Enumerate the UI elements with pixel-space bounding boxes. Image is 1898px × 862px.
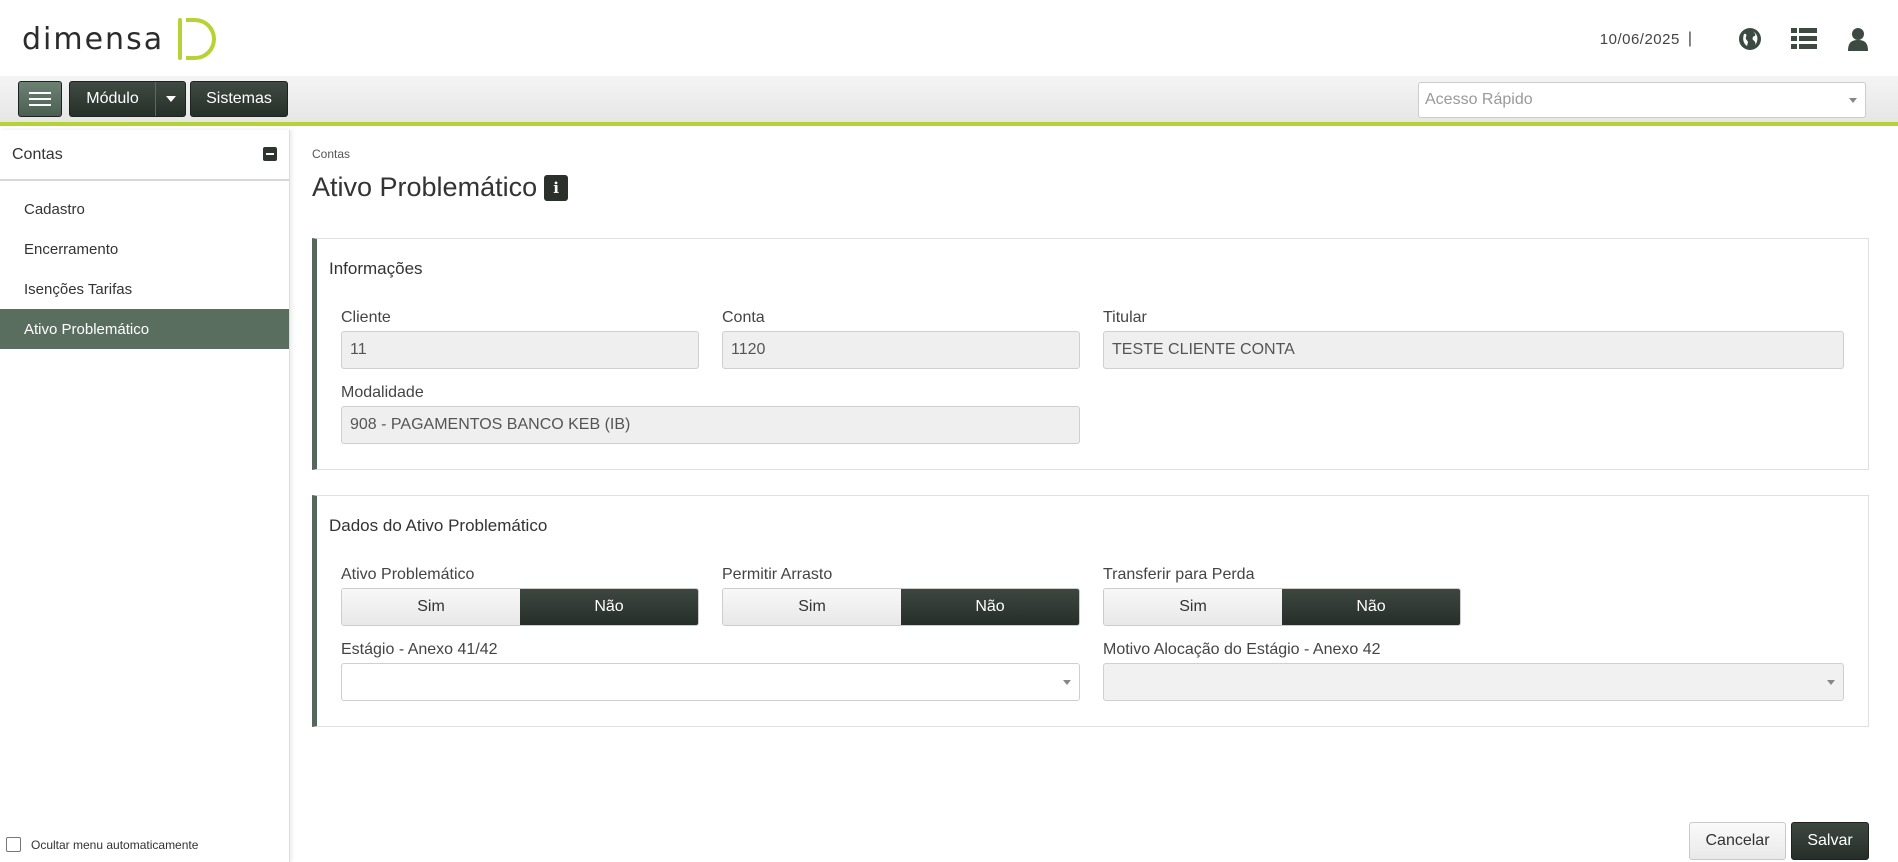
permitir-arrasto-toggle[interactable]: Sim Não [722, 588, 1080, 626]
modalidade-value: 908 - PAGAMENTOS BANCO KEB (IB) [350, 416, 631, 433]
motivo-alocacao-label: Motivo Alocação do Estágio - Anexo 42 [1103, 641, 1381, 658]
titular-value: TESTE CLIENTE CONTA [1112, 341, 1295, 358]
info-panel: Informações Cliente 11 Conta 1120 Titula… [312, 238, 1869, 470]
motivo-alocacao-select[interactable] [1103, 663, 1844, 701]
auto-hide-checkbox[interactable] [6, 837, 21, 852]
sidebar-item-cadastro[interactable]: Cadastro [0, 189, 289, 229]
arrasto-sim-option[interactable]: Sim [723, 589, 901, 625]
cliente-label: Cliente [341, 309, 391, 326]
titular-field[interactable]: TESTE CLIENTE CONTA [1103, 331, 1844, 369]
info-panel-title: Informações [329, 259, 423, 278]
auto-hide-label: Ocultar menu automaticamente [31, 837, 199, 852]
sidebar-header: Contas [0, 130, 289, 181]
cliente-field[interactable]: 11 [341, 331, 699, 369]
quick-access-placeholder: Acesso Rápido [1425, 91, 1533, 108]
titular-label: Titular [1103, 309, 1147, 326]
logo-mark-icon [174, 16, 220, 62]
dados-panel: Dados do Ativo Problemático Ativo Proble… [312, 495, 1869, 727]
modulo-label: Módulo [86, 90, 139, 107]
save-button[interactable]: Salvar [1791, 822, 1869, 860]
arrasto-nao-option[interactable]: Não [901, 589, 1079, 625]
cancel-button[interactable]: Cancelar [1689, 822, 1786, 860]
user-icon[interactable] [1844, 25, 1872, 53]
ativo-nao-option[interactable]: Não [520, 589, 698, 625]
sistemas-button[interactable]: Sistemas [190, 81, 288, 117]
transferir-perda-label: Transferir para Perda [1103, 566, 1255, 583]
perda-sim-option[interactable]: Sim [1104, 589, 1282, 625]
page-title: Ativo Problemático [312, 172, 538, 202]
dimensa-logo[interactable]: DIMENSA [22, 16, 220, 62]
sidebar-item-label: Isenções Tarifas [24, 280, 133, 298]
estagio-select[interactable] [341, 663, 1080, 701]
chevron-down-icon [165, 96, 176, 102]
conta-value: 1120 [731, 341, 766, 358]
ativo-problematico-label: Ativo Problemático [341, 566, 475, 583]
sidebar-item-ativo-problematico[interactable]: Ativo Problemático [0, 309, 289, 349]
perda-nao-option[interactable]: Não [1282, 589, 1460, 625]
permitir-arrasto-label: Permitir Arrasto [722, 566, 833, 583]
collapse-icon[interactable] [263, 147, 277, 161]
conta-field[interactable]: 1120 [722, 331, 1080, 369]
modulo-button[interactable]: Módulo [69, 81, 186, 117]
chevron-down-icon [1849, 98, 1857, 103]
estagio-label: Estágio - Anexo 41/42 [341, 641, 498, 658]
main-content: Contas Ativo Problemático i Informações … [290, 130, 1898, 862]
sidebar-item-isencoes-tarifas[interactable]: Isenções Tarifas [0, 269, 289, 309]
auto-hide-menu-option[interactable]: Ocultar menu automaticamente [6, 837, 198, 852]
list-icon[interactable] [1790, 25, 1818, 53]
logo-text: DIMENSA [22, 21, 165, 57]
header-right: 10/06/2025 | [1600, 18, 1898, 60]
transferir-perda-toggle[interactable]: Sim Não [1103, 588, 1461, 626]
sidebar-item-label: Encerramento [24, 240, 119, 258]
quick-access-select[interactable]: Acesso Rápido [1418, 82, 1866, 118]
breadcrumb[interactable]: Contas [312, 147, 350, 161]
dados-panel-title: Dados do Ativo Problemático [329, 516, 548, 535]
cliente-value: 11 [350, 341, 367, 358]
date-separator: | [1687, 30, 1692, 47]
sidebar-title: Contas [12, 145, 63, 163]
chevron-down-icon [1827, 680, 1835, 685]
conta-label: Conta [722, 309, 765, 326]
sidebar: Contas Cadastro Encerramento Isenções Ta… [0, 130, 290, 862]
sistemas-label: Sistemas [206, 90, 272, 107]
menu-toggle-button[interactable] [18, 81, 62, 117]
sidebar-item-label: Cadastro [24, 200, 85, 218]
modulo-dropdown-toggle[interactable] [155, 82, 185, 116]
hamburger-icon [29, 88, 51, 110]
sidebar-item-label: Ativo Problemático [24, 320, 150, 338]
globe-icon[interactable] [1736, 25, 1764, 53]
ativo-sim-option[interactable]: Sim [342, 589, 520, 625]
navigation-bar: Módulo Sistemas Acesso Rápido [0, 76, 1898, 126]
modalidade-label: Modalidade [341, 384, 424, 401]
current-date: 10/06/2025 [1599, 30, 1680, 48]
sidebar-item-encerramento[interactable]: Encerramento [0, 229, 289, 269]
info-icon[interactable]: i [544, 174, 569, 201]
top-header: DIMENSA 10/06/2025 | [0, 0, 1898, 76]
ativo-problematico-toggle[interactable]: Sim Não [341, 588, 699, 626]
chevron-down-icon [1063, 680, 1071, 685]
modalidade-field[interactable]: 908 - PAGAMENTOS BANCO KEB (IB) [341, 406, 1080, 444]
page-title-row: Ativo Problemático i [312, 172, 569, 203]
